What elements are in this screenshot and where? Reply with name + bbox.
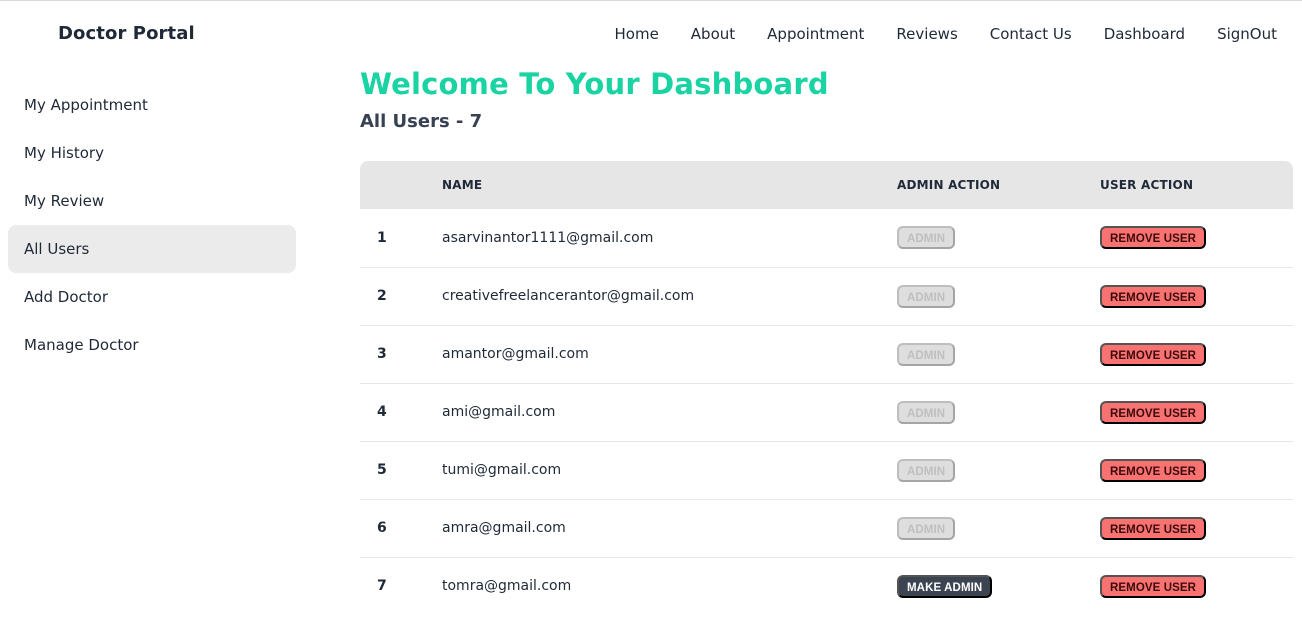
admin-button-disabled: Admin: [897, 516, 956, 540]
admin-button-disabled: Admin: [897, 226, 956, 250]
admin-button-disabled: Admin: [897, 284, 956, 308]
remove-user-button[interactable]: Remove User: [1100, 400, 1207, 424]
users-count: All Users - 7: [360, 111, 483, 132]
remove-user-button[interactable]: Remove User: [1100, 516, 1207, 540]
users-table-wrapper: Name Admin Action User Action 1 asarvina…: [360, 161, 1293, 615]
table-row: 4 ami@gmail.com Admin Remove User: [360, 383, 1293, 441]
nav-signout[interactable]: SignOut: [1217, 25, 1277, 43]
row-email: amra@gmail.com: [442, 520, 566, 536]
table-row: 2 creativefreelancerantor@gmail.com Admi…: [360, 267, 1293, 325]
row-email: tomra@gmail.com: [442, 578, 572, 595]
table-row: 6 amra@gmail.com Admin Remove User: [360, 499, 1293, 557]
row-email: ami@gmail.com: [442, 404, 556, 420]
row-number: 4: [377, 404, 387, 420]
users-table: Name Admin Action User Action 1 asarvina…: [360, 161, 1293, 615]
header-name: Name: [442, 178, 483, 192]
sidebar-item-my-appointment[interactable]: My Appointment: [8, 81, 296, 129]
brand-logo[interactable]: Doctor Portal: [58, 23, 195, 44]
sidebar-item-my-history[interactable]: My History: [8, 129, 296, 177]
header-user-action: User Action: [1100, 178, 1194, 192]
sidebar-item-all-users[interactable]: All Users: [8, 225, 296, 273]
row-number: 7: [377, 578, 387, 595]
sidebar-item-my-review[interactable]: My Review: [8, 177, 296, 225]
remove-user-button[interactable]: Remove User: [1100, 574, 1207, 598]
remove-user-button[interactable]: Remove User: [1100, 284, 1207, 308]
header-number: [360, 161, 442, 209]
row-number: 2: [377, 288, 387, 304]
row-number: 5: [377, 462, 387, 478]
main-content: Welcome To Your Dashboard All Users - 7 …: [360, 66, 1293, 615]
table-body: 1 asarvinantor1111@gmail.com Admin Remov…: [360, 209, 1293, 615]
table-row: 3 amantor@gmail.com Admin Remove User: [360, 325, 1293, 383]
admin-button-disabled: Admin: [897, 400, 956, 424]
admin-button-disabled: Admin: [897, 342, 956, 366]
row-email: amantor@gmail.com: [442, 346, 589, 362]
remove-user-button[interactable]: Remove User: [1100, 226, 1207, 250]
table-header-row: Name Admin Action User Action: [360, 161, 1293, 209]
header-admin-action: Admin Action: [897, 178, 1001, 192]
table-header: Name Admin Action User Action: [360, 161, 1293, 209]
nav-home[interactable]: Home: [615, 25, 659, 43]
remove-user-button[interactable]: Remove User: [1100, 342, 1207, 366]
sidebar: My Appointment My History My Review All …: [8, 81, 296, 369]
nav-contact-us[interactable]: Contact Us: [990, 25, 1072, 43]
nav-appointment[interactable]: Appointment: [767, 25, 864, 43]
admin-button-disabled: Admin: [897, 458, 956, 482]
remove-user-button[interactable]: Remove User: [1100, 458, 1207, 482]
page-title: Welcome To Your Dashboard: [360, 67, 829, 101]
nav-links: Home About Appointment Reviews Contact U…: [583, 25, 1278, 43]
row-email: tumi@gmail.com: [442, 462, 562, 478]
table-row: 1 asarvinantor1111@gmail.com Admin Remov…: [360, 209, 1293, 267]
row-number: 3: [377, 346, 387, 362]
row-email: creativefreelancerantor@gmail.com: [442, 288, 695, 304]
row-number: 1: [377, 229, 387, 246]
row-email: asarvinantor1111@gmail.com: [442, 229, 654, 246]
nav-dashboard[interactable]: Dashboard: [1104, 25, 1185, 43]
make-admin-button[interactable]: Make Admin: [897, 574, 993, 598]
sidebar-item-manage-doctor[interactable]: Manage Doctor: [8, 321, 296, 369]
row-number: 6: [377, 520, 387, 536]
sidebar-item-add-doctor[interactable]: Add Doctor: [8, 273, 296, 321]
nav-about[interactable]: About: [691, 25, 735, 43]
navbar: Doctor Portal Home About Appointment Rev…: [0, 1, 1302, 65]
table-row: 5 tumi@gmail.com Admin Remove User: [360, 441, 1293, 499]
nav-reviews[interactable]: Reviews: [896, 25, 957, 43]
table-row: 7 tomra@gmail.com Make Admin Remove User: [360, 557, 1293, 615]
